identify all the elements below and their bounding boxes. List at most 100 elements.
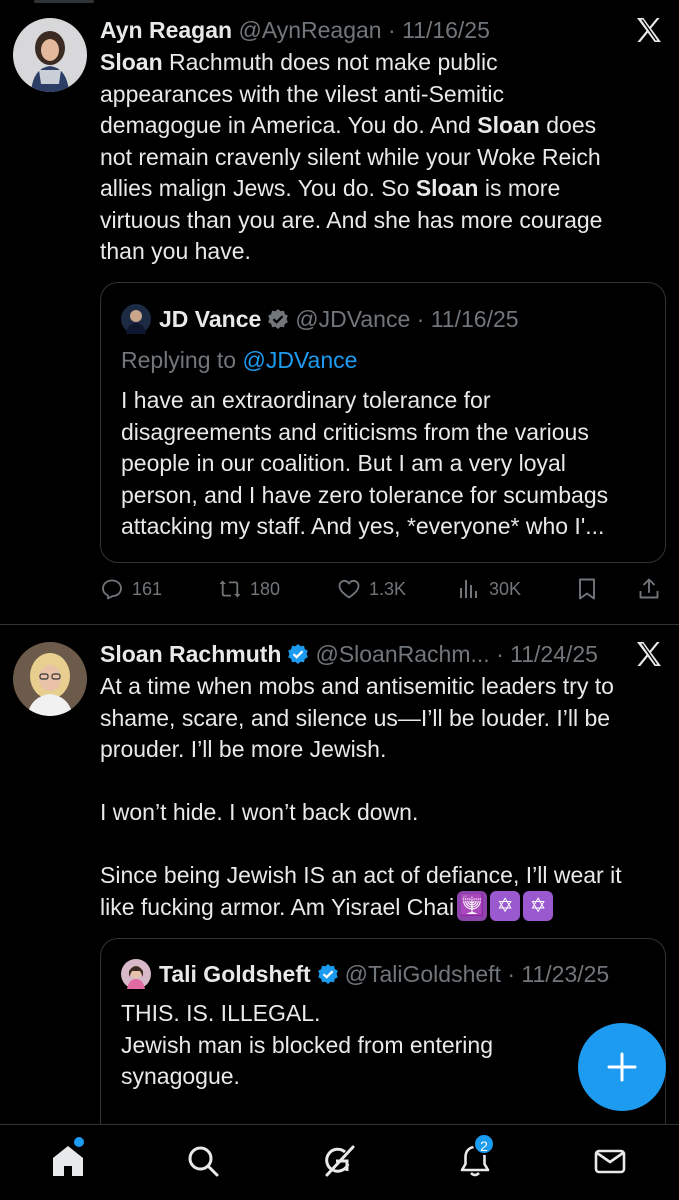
quoted-tweet[interactable]: JD Vance @JDVance · 11/16/25 Replying to … — [100, 282, 666, 563]
quote-text-line: people in our coalition. But I am a very… — [121, 450, 566, 476]
text-segment: allies malign Jews. You do. So — [100, 175, 416, 201]
tweet-date[interactable]: 11/16/25 — [402, 17, 490, 43]
quote-text: THIS. IS. ILLEGAL. Jewish man is blocked … — [121, 998, 649, 1093]
highlighted-term: Sloan — [415, 175, 479, 201]
star-of-david-emoji: ✡ — [490, 891, 521, 922]
retweet-icon — [219, 580, 241, 598]
nav-search[interactable] — [185, 1143, 225, 1183]
separator-dot: · — [507, 961, 516, 987]
tweet-ayn-reagan[interactable]: Ayn Reagan @AynReagan · 11/16/25 Sloan R… — [0, 0, 679, 624]
tweet-text-line: Since being Jewish IS an act of defiance… — [100, 862, 622, 888]
quote-author-name: JD Vance — [159, 306, 262, 332]
tweet-actions: 161 180 1.3K 30K — [0, 571, 679, 607]
star-of-david-emoji: ✡ — [523, 891, 554, 922]
tweet-sloan-rachmuth[interactable]: Sloan Rachmuth @SloanRachm... · 11/24/25 … — [0, 625, 679, 1158]
tweet-text-line — [100, 766, 659, 798]
nav-home[interactable] — [50, 1137, 90, 1183]
tweet-text-line — [100, 829, 659, 861]
tweet-text: Sloan Rachmuth does not make public appea… — [100, 47, 659, 268]
replying-prefix: Replying to — [121, 347, 243, 373]
quote-avatar — [121, 958, 151, 989]
quote-text-line: Jewish man is blocked from entering — [121, 1031, 493, 1058]
home-icon — [53, 1146, 83, 1176]
search-icon — [188, 1146, 219, 1177]
nav-notifications[interactable]: 2 — [457, 1133, 497, 1183]
separator-dot: · — [388, 17, 396, 43]
verified-badge-icon — [288, 643, 309, 664]
quote-text-line: person, and I have zero tolerance for sc… — [121, 481, 609, 508]
text-segment: virtuous than you are. And she has more … — [100, 206, 603, 233]
home-unread-dot — [74, 1137, 84, 1147]
quote-header: Tali Goldsheft @TaliGoldsheft · 11/23/25 — [121, 958, 651, 990]
tweet-text-line: prouder. I’ll be more Jewish. — [100, 736, 387, 762]
tweet-text-line: At a time when mobs and antisemitic lead… — [100, 673, 614, 699]
verified-badge-icon — [268, 308, 289, 329]
quote-author-handle: @TaliGoldsheft — [344, 961, 501, 987]
bookmark-button[interactable] — [575, 571, 607, 607]
author-handle[interactable]: @SloanRachm... — [315, 641, 489, 667]
like-count: 1.3K — [369, 578, 407, 599]
compose-button[interactable] — [578, 1023, 666, 1111]
heart-icon — [338, 579, 360, 599]
retweet-count: 180 — [250, 578, 281, 599]
share-button[interactable] — [637, 571, 669, 607]
views-button[interactable]: 30K — [457, 571, 521, 607]
text-segment: appearances with the vilest anti-Semitic — [100, 80, 504, 107]
tweet-text-line: allies malign Jews. You do. So Sloan is … — [100, 173, 659, 205]
tweet-text: At a time when mobs and antisemitic lead… — [100, 671, 659, 923]
x-logo-icon[interactable] — [633, 638, 665, 670]
menorah-emoji: 🕎 — [457, 891, 488, 922]
like-button[interactable]: 1.3K — [337, 571, 406, 607]
reply-icon — [102, 579, 122, 600]
quote-header: JD Vance @JDVance · 11/16/25 — [121, 303, 651, 335]
tweet-date[interactable]: 11/24/25 — [510, 641, 598, 667]
text-segment: demagogue in America. You do. And — [100, 112, 478, 138]
reply-count: 161 — [132, 578, 163, 599]
author-handle[interactable]: @AynReagan — [238, 17, 381, 43]
views-count: 30K — [489, 578, 522, 599]
tweet-text-line: demagogue in America. You do. And Sloan … — [100, 110, 659, 142]
notification-badge: 2 — [473, 1133, 495, 1155]
tweet-text-line: like fucking armor. Am Yisrael Chai 🕎 ✡ ✡ — [100, 891, 659, 924]
author-name[interactable]: Ayn Reagan — [100, 17, 232, 43]
tweet-header: Ayn Reagan @AynReagan · 11/16/25 — [100, 14, 619, 46]
quote-date: 11/16/25 — [430, 306, 519, 332]
avatar[interactable] — [13, 18, 87, 92]
separator-dot: · — [496, 641, 504, 667]
verified-badge-icon — [317, 963, 338, 984]
retweet-button[interactable]: 180 — [218, 571, 280, 607]
bookmark-icon — [579, 578, 595, 600]
nav-grok[interactable] — [321, 1143, 361, 1183]
quote-author-handle: @JDVance — [295, 306, 411, 332]
tweet-text-line: I won’t hide. I won’t back down. — [100, 799, 419, 825]
quote-text-line: attacking my staff. And yes, *everyone* … — [121, 513, 605, 539]
mail-icon — [594, 1149, 626, 1174]
x-logo-icon[interactable] — [633, 14, 665, 46]
nav-messages[interactable] — [592, 1143, 632, 1183]
tweet-header: Sloan Rachmuth @SloanRachm... · 11/24/25 — [100, 638, 619, 670]
quote-text-line: THIS. IS. ILLEGAL. — [121, 1000, 321, 1026]
grok-icon — [325, 1145, 355, 1177]
separator-dot: · — [416, 306, 425, 332]
quote-author-name: Tali Goldsheft — [159, 961, 311, 987]
plus-icon — [607, 1052, 637, 1082]
tweet-text-line: Sloan Rachmuth does not make public — [100, 47, 659, 79]
highlighted-term: Sloan — [100, 49, 163, 75]
text-segment: not remain cravenly silent while your Wo… — [100, 143, 601, 170]
reply-button[interactable]: 161 — [100, 571, 162, 607]
quote-text-line: synagogue. — [121, 1063, 240, 1089]
replying-to: Replying to @JDVance — [121, 344, 357, 376]
quote-avatar — [121, 303, 151, 334]
tweet-text-line: shame, scare, and silence us—I’ll be lou… — [100, 704, 611, 731]
quote-text: I have an extraordinary tolerance for dis… — [121, 385, 649, 543]
quote-text-line: disagreements and criticisms from the va… — [121, 418, 589, 445]
avatar[interactable] — [13, 642, 87, 716]
replying-to-handle[interactable]: @JDVance — [242, 347, 357, 373]
tweet-text-line: not remain cravenly silent while your Wo… — [100, 142, 659, 174]
text-segment: Rachmuth does not make public — [162, 49, 498, 75]
author-name[interactable]: Sloan Rachmuth — [100, 641, 281, 667]
quote-text-line: I have an extraordinary tolerance for — [121, 387, 491, 413]
share-icon — [639, 578, 659, 599]
tweet-text-line: than you have. — [100, 236, 659, 268]
views-icon — [460, 580, 477, 598]
